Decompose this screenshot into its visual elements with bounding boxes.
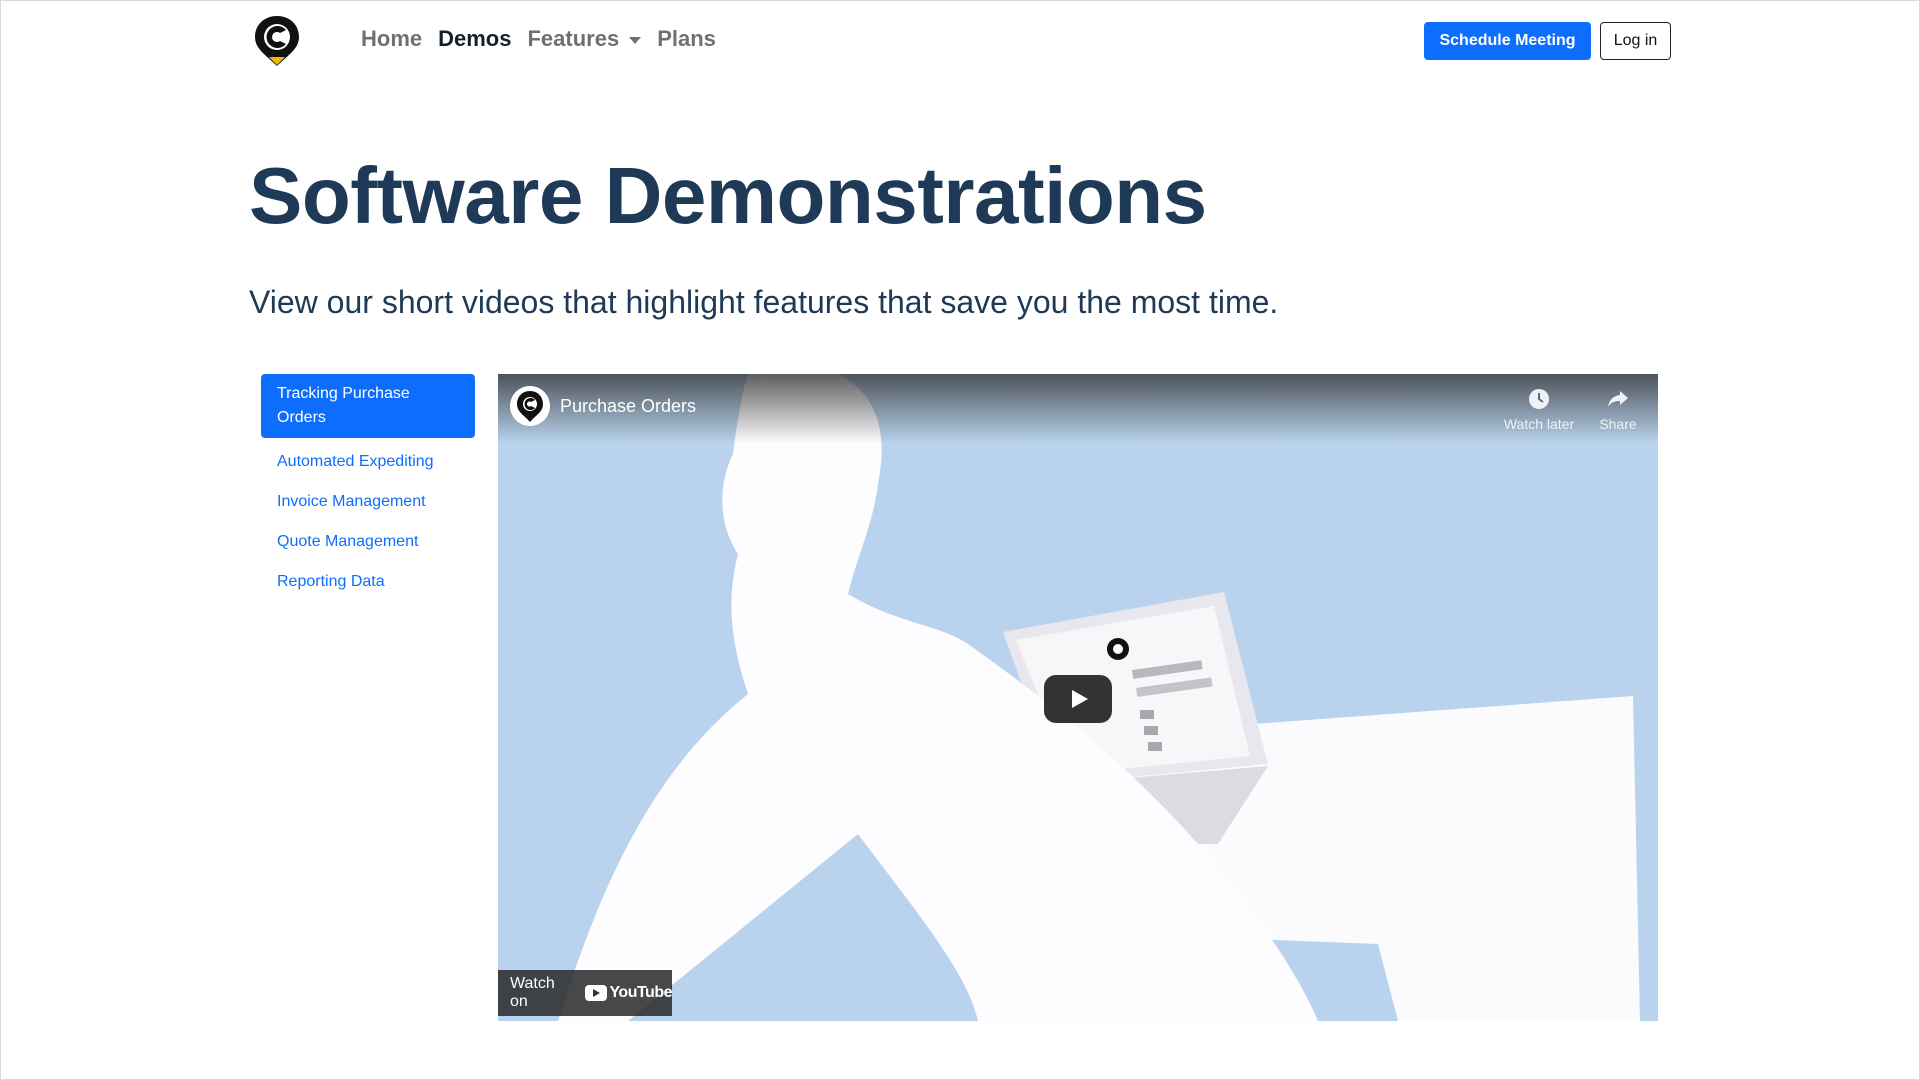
clock-icon	[1529, 389, 1549, 409]
top-navbar: Home Demos Features Plans Schedule Meeti…	[0, 0, 1920, 82]
share-button[interactable]: Share	[1578, 386, 1658, 432]
sidebar-item-reporting-data[interactable]: Reporting Data	[261, 570, 475, 594]
youtube-logo: YouTube	[585, 984, 672, 1002]
nav-link-features[interactable]: Features	[527, 26, 642, 52]
watch-on-label: Watch on	[510, 975, 555, 1010]
page-subtitle: View our short videos that highlight fea…	[249, 284, 1279, 320]
demo-sidebar: Tracking Purchase Orders Automated Exped…	[261, 374, 475, 610]
nav-link-home[interactable]: Home	[361, 26, 422, 52]
nav-link-features-label: Features	[527, 26, 620, 51]
share-arrow-icon	[1608, 391, 1628, 407]
youtube-label: YouTube	[609, 984, 672, 1001]
youtube-play-icon	[585, 985, 608, 1001]
video-player[interactable]: Purchase Orders Watch later Share Watch …	[498, 374, 1658, 1021]
chevron-down-icon	[629, 36, 642, 44]
nav-link-demos[interactable]: Demos	[438, 26, 511, 52]
watch-later-label: Watch later	[1503, 416, 1575, 432]
nav-link-plans[interactable]: Plans	[657, 26, 716, 52]
play-button[interactable]	[1044, 675, 1112, 723]
company-logo-icon[interactable]	[252, 13, 302, 69]
sidebar-item-automated-expediting[interactable]: Automated Expediting	[261, 450, 475, 474]
schedule-meeting-button[interactable]: Schedule Meeting	[1424, 22, 1591, 60]
channel-avatar-icon[interactable]	[510, 386, 550, 426]
watch-later-button[interactable]: Watch later	[1499, 386, 1579, 432]
sidebar-item-invoice-management[interactable]: Invoice Management	[261, 490, 475, 514]
page-title: Software Demonstrations	[249, 151, 1207, 240]
video-title[interactable]: Purchase Orders	[560, 396, 696, 417]
share-label: Share	[1599, 416, 1637, 432]
watch-on-youtube-button[interactable]: Watch on YouTube	[498, 970, 672, 1016]
sidebar-item-tracking-purchase-orders[interactable]: Tracking Purchase Orders	[261, 374, 475, 438]
login-button[interactable]: Log in	[1600, 22, 1671, 60]
sidebar-item-quote-management[interactable]: Quote Management	[261, 530, 475, 554]
main-nav: Home Demos Features Plans	[361, 26, 716, 52]
